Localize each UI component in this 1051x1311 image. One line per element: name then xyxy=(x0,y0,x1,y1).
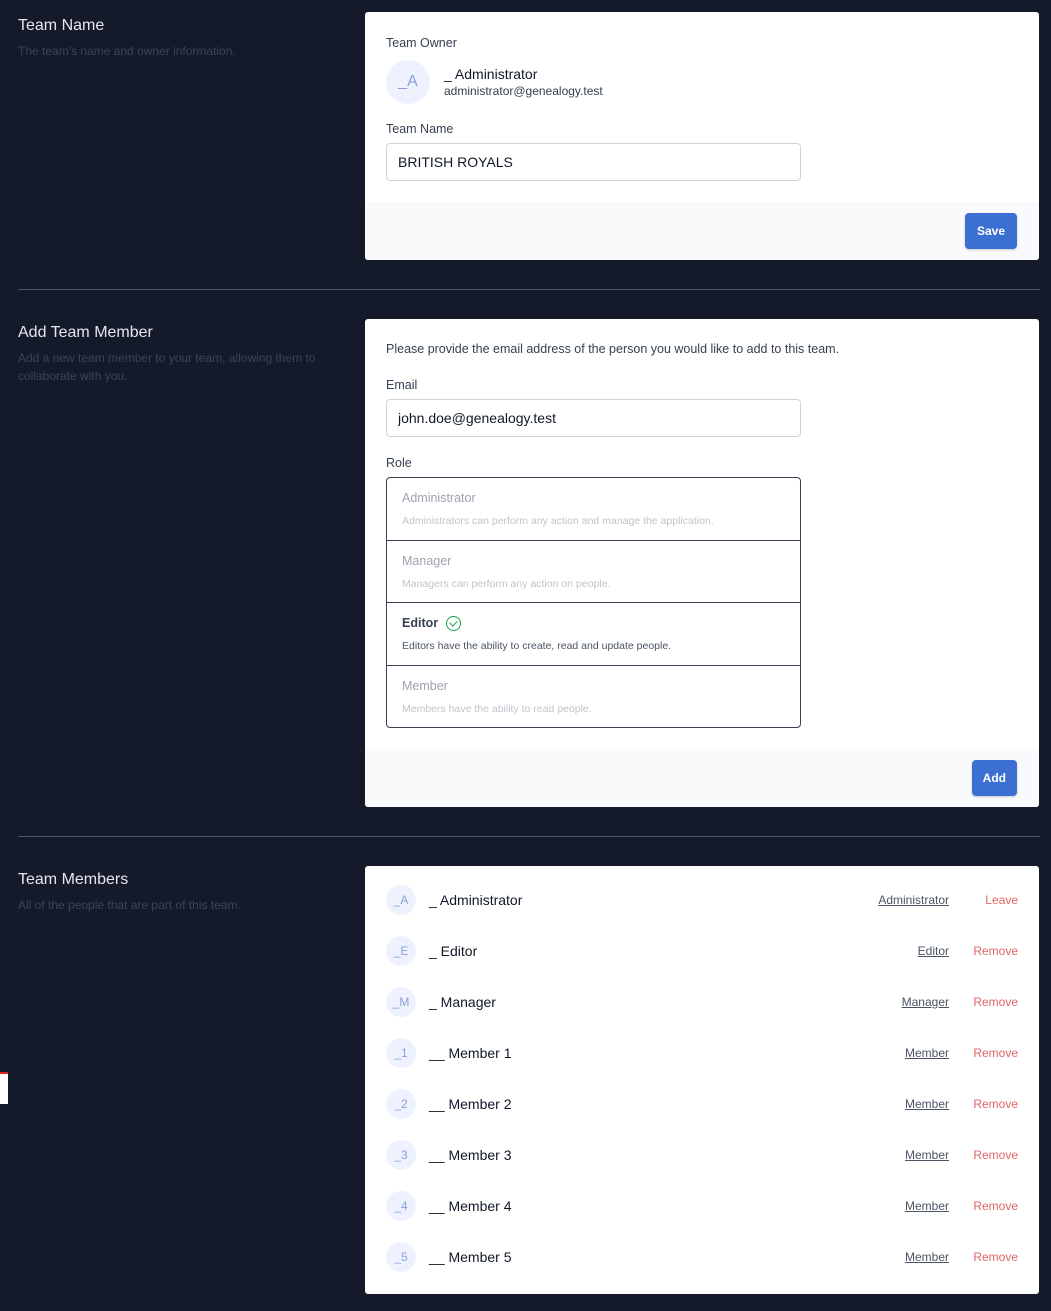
member-row: _5 __ Member 5 Member Remove xyxy=(386,1242,1018,1272)
role-name-row: Editor xyxy=(402,615,785,631)
owner-name: _ Administrator xyxy=(444,66,538,82)
section-description: The team's name and owner information. xyxy=(18,44,236,58)
owner-email: administrator@genealogy.test xyxy=(444,84,603,98)
member-name: __ Member 5 xyxy=(429,1249,512,1265)
member-role-link[interactable]: Editor xyxy=(918,944,949,958)
member-role-link[interactable]: Member xyxy=(905,1199,949,1213)
remove-member-button[interactable]: Remove xyxy=(971,1148,1018,1162)
owner-info: _A _ Administrator administrator@genealo… xyxy=(386,60,603,104)
member-row: _1 __ Member 1 Member Remove xyxy=(386,1038,1018,1068)
team-name-card: Team Owner _A _ Administrator administra… xyxy=(365,12,1039,260)
team-members-section: Team Members All of the people that are … xyxy=(18,866,1040,1296)
remove-member-button[interactable]: Remove xyxy=(971,1097,1018,1111)
member-role-link[interactable]: Member xyxy=(905,1097,949,1111)
member-row: _2 __ Member 2 Member Remove xyxy=(386,1089,1018,1119)
member-name: __ Member 4 xyxy=(429,1198,512,1214)
avatar: _5 xyxy=(386,1242,416,1272)
add-member-section: Add Team Member Add a new team member to… xyxy=(18,319,1040,807)
team-name-aside: Team Name The team's name and owner info… xyxy=(18,14,348,60)
member-row: _E _ Editor Editor Remove xyxy=(386,936,1018,966)
section-description: Add a new team member to your team, allo… xyxy=(18,351,316,383)
divider xyxy=(18,836,1040,837)
team-name-section: Team Name The team's name and owner info… xyxy=(18,12,1040,260)
remove-member-button[interactable]: Remove xyxy=(971,1199,1018,1213)
member-name: __ Member 3 xyxy=(429,1147,512,1163)
add-member-card: Please provide the email address of the … xyxy=(365,319,1039,807)
instructions-text: Please provide the email address of the … xyxy=(386,342,840,356)
section-description: All of the people that are part of this … xyxy=(18,898,241,912)
member-row: _4 __ Member 4 Member Remove xyxy=(386,1191,1018,1221)
member-row: _3 __ Member 3 Member Remove xyxy=(386,1140,1018,1170)
divider xyxy=(18,289,1040,290)
email-field[interactable] xyxy=(386,399,801,437)
add-button[interactable]: Add xyxy=(971,760,1017,796)
leave-team-button[interactable]: Leave xyxy=(971,893,1018,907)
avatar: _3 xyxy=(386,1140,416,1170)
role-option-editor[interactable]: Editor Editors have the ability to creat… xyxy=(387,603,800,666)
section-title: Team Name xyxy=(18,17,105,34)
member-name: __ Member 1 xyxy=(429,1045,512,1061)
team-members-card: _A _ Administrator Administrator Leave _… xyxy=(365,866,1039,1294)
role-name: Manager xyxy=(402,553,452,568)
role-option-administrator[interactable]: Administrator Administrators can perform… xyxy=(387,478,800,541)
check-circle-icon xyxy=(446,615,462,631)
member-role-link[interactable]: Member xyxy=(905,1148,949,1162)
member-role-link[interactable]: Member xyxy=(905,1046,949,1060)
avatar: _A xyxy=(386,60,430,104)
avatar: _4 xyxy=(386,1191,416,1221)
remove-member-button[interactable]: Remove xyxy=(971,1250,1018,1264)
role-description: Administrators can perform any action an… xyxy=(402,515,714,527)
avatar: _E xyxy=(386,936,416,966)
role-description: Editors have the ability to create, read… xyxy=(402,640,672,652)
role-description: Managers can perform any action on peopl… xyxy=(402,577,611,590)
member-role-link[interactable]: Manager xyxy=(902,995,949,1009)
role-name: Member xyxy=(402,678,448,693)
card-footer: Save xyxy=(365,202,1039,260)
remove-member-button[interactable]: Remove xyxy=(971,995,1018,1009)
member-role-link[interactable]: Administrator xyxy=(878,893,949,907)
role-name: Administrator xyxy=(402,491,476,505)
role-name: Editor xyxy=(402,616,439,630)
edge-marker xyxy=(0,1072,8,1104)
avatar: _2 xyxy=(386,1089,416,1119)
member-row: _A _ Administrator Administrator Leave xyxy=(386,885,1018,915)
member-name: _ Manager xyxy=(429,994,496,1010)
save-button[interactable]: Save xyxy=(964,213,1017,249)
team-owner-label: Team Owner xyxy=(386,36,457,50)
email-label: Email xyxy=(386,378,418,392)
role-option-member[interactable]: Member Members have the ability to read … xyxy=(387,666,800,728)
member-name: _ Administrator xyxy=(429,892,523,908)
card-footer: Add xyxy=(365,749,1039,807)
role-option-manager[interactable]: Manager Managers can perform any action … xyxy=(387,541,800,603)
team-members-aside: Team Members All of the people that are … xyxy=(18,868,348,914)
role-list: Administrator Administrators can perform… xyxy=(386,477,801,728)
member-name: __ Member 2 xyxy=(429,1096,512,1112)
role-description: Members have the ability to read people. xyxy=(402,702,592,715)
remove-member-button[interactable]: Remove xyxy=(971,1046,1018,1060)
avatar: _M xyxy=(386,987,416,1017)
avatar: _1 xyxy=(386,1038,416,1068)
member-row: _M _ Manager Manager Remove xyxy=(386,987,1018,1017)
member-name: _ Editor xyxy=(429,943,478,959)
team-name-input[interactable] xyxy=(386,143,801,181)
add-member-aside: Add Team Member Add a new team member to… xyxy=(18,321,348,385)
role-label: Role xyxy=(386,456,412,470)
team-name-label: Team Name xyxy=(386,122,454,136)
member-role-link[interactable]: Member xyxy=(905,1250,949,1264)
section-title: Add Team Member xyxy=(18,324,153,341)
remove-member-button[interactable]: Remove xyxy=(971,944,1018,958)
section-title: Team Members xyxy=(18,871,129,888)
avatar: _A xyxy=(386,885,416,915)
